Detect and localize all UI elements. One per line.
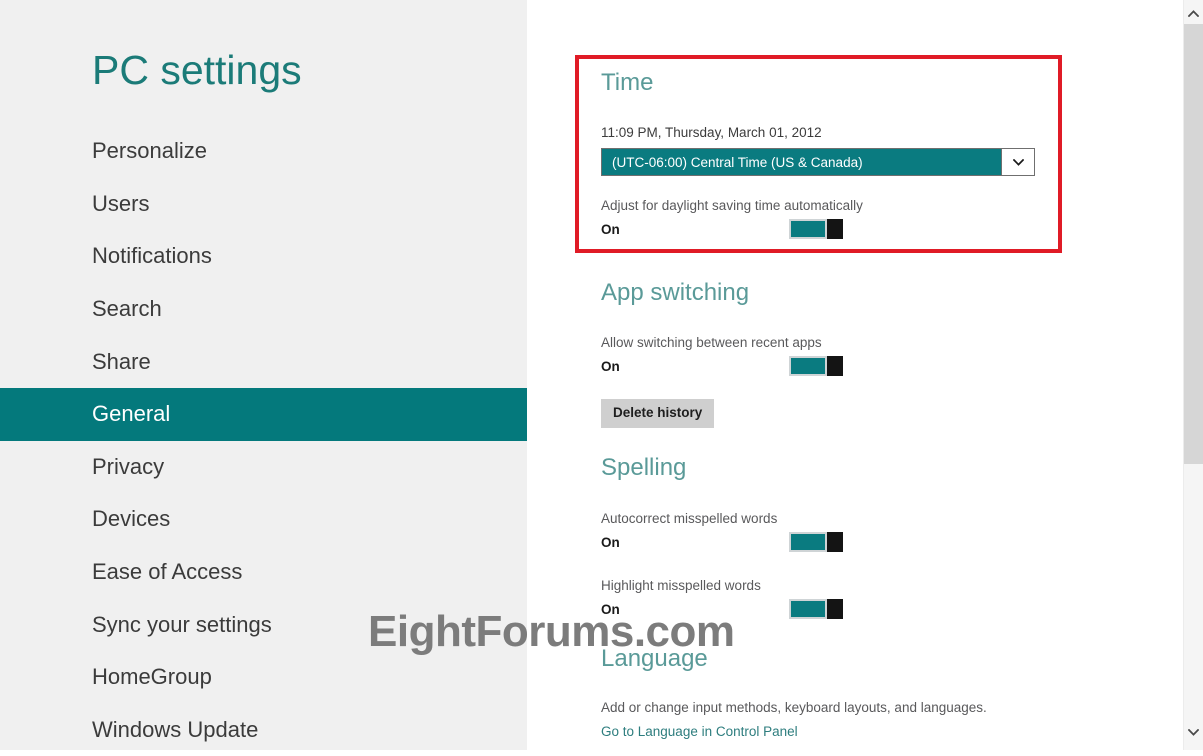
sidebar-nav: Personalize Users Notifications Search S… xyxy=(0,125,527,756)
sidebar-item-label: Privacy xyxy=(92,453,165,479)
toggle-knob xyxy=(827,356,843,376)
dst-label: Adjust for daylight saving time automati… xyxy=(601,198,863,213)
vertical-scrollbar[interactable] xyxy=(1183,0,1203,750)
sidebar-item-label: Devices xyxy=(92,506,171,532)
toggle-fill xyxy=(791,221,825,237)
sidebar-item-share[interactable]: Share xyxy=(0,335,527,388)
sidebar-item-label: Ease of Access xyxy=(92,559,243,585)
allow-switching-toggle-switch[interactable] xyxy=(789,356,843,376)
highlight-misspelled-toggle-switch[interactable] xyxy=(789,599,843,619)
sidebar-item-users[interactable]: Users xyxy=(0,178,527,231)
sidebar-item-label: Windows Update xyxy=(92,716,259,742)
pc-settings-window: PC settings Personalize Users Notificati… xyxy=(0,0,1203,750)
app-switching-section: App switching Allow switching between re… xyxy=(601,278,1071,428)
dst-toggle-row: On xyxy=(601,219,843,241)
autocorrect-toggle-row: On xyxy=(601,532,843,554)
chevron-down-icon xyxy=(1188,729,1199,736)
chevron-down-icon xyxy=(1012,158,1024,166)
toggle-fill xyxy=(791,534,825,550)
time-heading: Time xyxy=(601,69,654,96)
sidebar-item-general[interactable]: General xyxy=(0,387,527,441)
current-datetime: 11:09 PM, Thursday, March 01, 2012 xyxy=(601,125,822,140)
time-section: Time 11:09 PM, Thursday, March 01, 2012 … xyxy=(601,68,1071,241)
sidebar-item-ease-of-access[interactable]: Ease of Access xyxy=(0,546,527,599)
sidebar-item-privacy[interactable]: Privacy xyxy=(0,441,527,494)
sidebar-item-label: Share xyxy=(92,348,151,374)
autocorrect-label: Autocorrect misspelled words xyxy=(601,511,778,526)
chevron-up-icon xyxy=(1188,10,1199,17)
scroll-down-button[interactable] xyxy=(1184,723,1203,742)
sidebar-item-search[interactable]: Search xyxy=(0,283,527,336)
allow-switching-state-label: On xyxy=(601,359,620,374)
toggle-fill xyxy=(791,358,825,374)
allow-switching-label: Allow switching between recent apps xyxy=(601,335,822,350)
timezone-dropdown-button[interactable] xyxy=(1001,149,1034,175)
sidebar-item-windows-update[interactable]: Windows Update xyxy=(0,704,527,756)
toggle-knob xyxy=(827,599,843,619)
sidebar-item-personalize[interactable]: Personalize xyxy=(0,125,527,178)
sidebar-item-homegroup[interactable]: HomeGroup xyxy=(0,651,527,704)
sidebar-item-devices[interactable]: Devices xyxy=(0,493,527,546)
toggle-knob xyxy=(827,219,843,239)
sidebar-item-label: Sync your settings xyxy=(92,611,272,637)
timezone-selected-value: (UTC-06:00) Central Time (US & Canada) xyxy=(612,154,863,170)
autocorrect-state-label: On xyxy=(601,535,620,550)
sidebar-item-label: Notifications xyxy=(92,243,212,269)
page-title: PC settings xyxy=(92,47,302,93)
sidebar-item-label: General xyxy=(92,401,171,427)
language-section: Language Add or change input methods, ke… xyxy=(601,644,1161,741)
sidebar-item-label: Search xyxy=(92,296,162,322)
highlight-misspelled-label: Highlight misspelled words xyxy=(601,578,761,593)
app-switching-heading: App switching xyxy=(601,279,750,306)
sidebar-item-label: Users xyxy=(92,190,150,216)
watermark: EightForums.com xyxy=(368,607,735,656)
scrollbar-thumb[interactable] xyxy=(1184,24,1203,464)
sidebar-item-notifications[interactable]: Notifications xyxy=(0,230,527,283)
toggle-knob xyxy=(827,532,843,552)
toggle-fill xyxy=(791,601,825,617)
timezone-select[interactable]: (UTC-06:00) Central Time (US & Canada) xyxy=(601,148,1035,176)
autocorrect-toggle-switch[interactable] xyxy=(789,532,843,552)
language-description: Add or change input methods, keyboard la… xyxy=(601,700,987,715)
go-to-language-control-panel-link[interactable]: Go to Language in Control Panel xyxy=(601,723,798,741)
scroll-up-button[interactable] xyxy=(1184,4,1203,23)
spelling-section: Spelling Autocorrect misspelled words On… xyxy=(601,453,1071,621)
sidebar-item-label: HomeGroup xyxy=(92,664,212,690)
dst-state-label: On xyxy=(601,222,620,237)
delete-history-button[interactable]: Delete history xyxy=(601,399,715,428)
dst-toggle-switch[interactable] xyxy=(789,219,843,239)
allow-switching-toggle-row: On xyxy=(601,356,843,378)
sidebar-item-label: Personalize xyxy=(92,138,207,164)
spelling-heading: Spelling xyxy=(601,454,687,481)
